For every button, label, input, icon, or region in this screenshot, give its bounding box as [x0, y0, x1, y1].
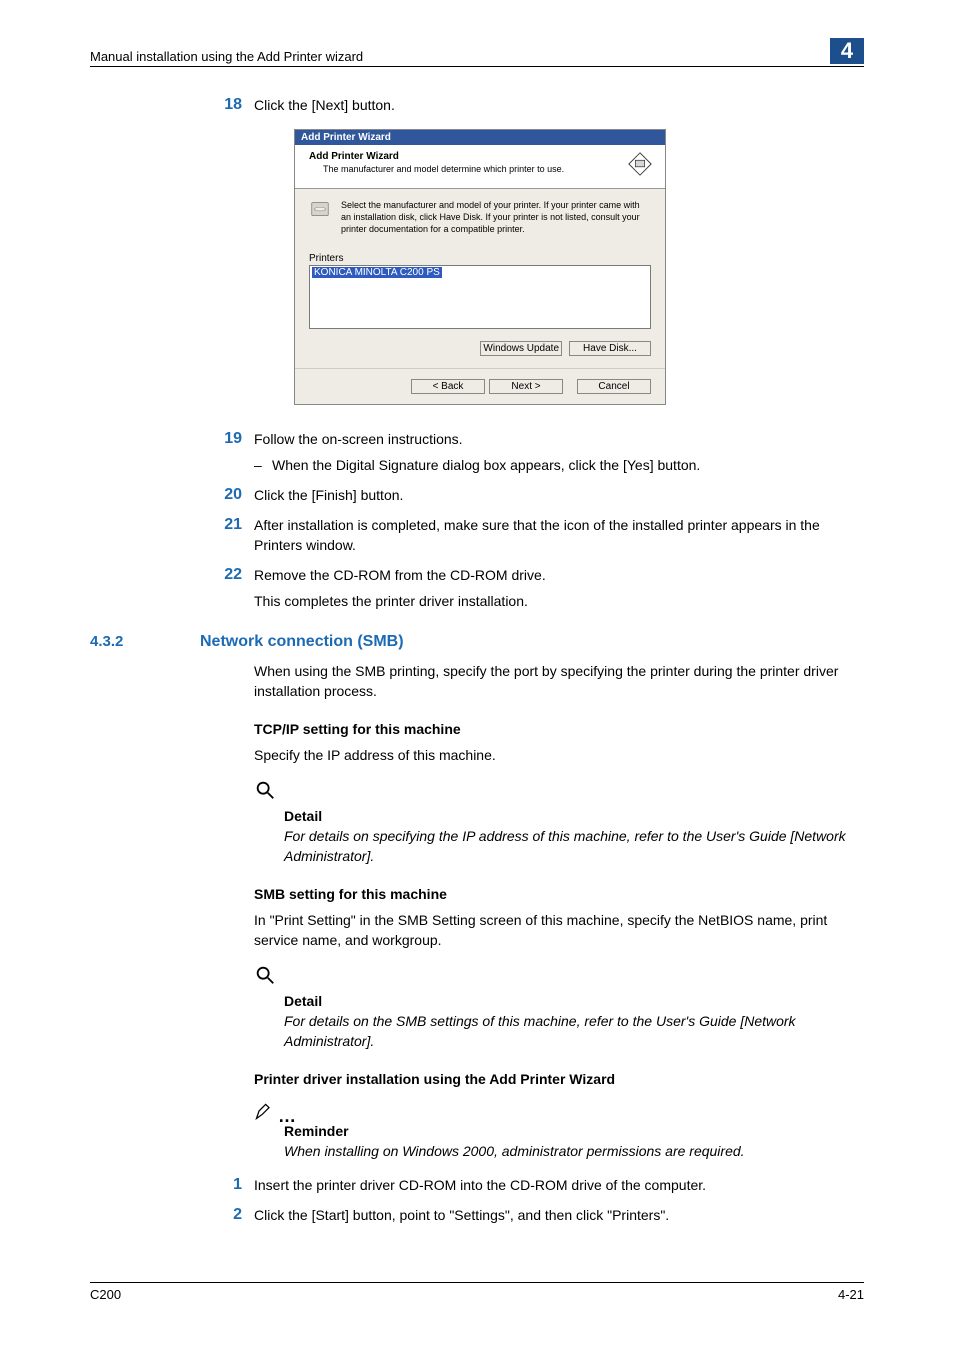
disk-icon	[309, 199, 333, 235]
printers-listbox[interactable]: KONICA MINOLTA C200 PS	[309, 265, 651, 329]
pencil-icon: …	[254, 1101, 864, 1121]
ellipsis-icon: …	[278, 1111, 296, 1121]
step-number: 19	[200, 429, 254, 475]
step-text: Remove the CD-ROM from the CD-ROM drive.	[254, 565, 864, 585]
reminder-label: Reminder	[284, 1121, 864, 1141]
page-header: Manual installation using the Add Printe…	[90, 38, 864, 67]
page-footer: C200 4-21	[90, 1282, 864, 1302]
tcpip-body: Specify the IP address of this machine.	[254, 745, 864, 765]
add-printer-wizard-dialog: Add Printer Wizard Add Printer Wizard Th…	[294, 129, 666, 405]
printer-selected-item[interactable]: KONICA MINOLTA C200 PS	[312, 267, 442, 278]
step-number: 2	[200, 1205, 254, 1225]
completion-text: This completes the printer driver instal…	[254, 591, 864, 611]
wizard-footer: < Back Next > Cancel	[295, 368, 665, 404]
step-text: Follow the on-screen instructions.	[254, 431, 463, 447]
step-18: 18 Click the [Next] button.	[200, 95, 864, 115]
subheading-install: Printer driver installation using the Ad…	[254, 1069, 864, 1089]
step-number: 22	[200, 565, 254, 585]
step-1: 1 Insert the printer driver CD-ROM into …	[200, 1175, 864, 1195]
step-number: 1	[200, 1175, 254, 1195]
step-number: 20	[200, 485, 254, 505]
section-number: 4.3.2	[90, 633, 200, 651]
wizard-titlebar: Add Printer Wizard	[295, 130, 665, 145]
wizard-header-title: Add Printer Wizard	[309, 151, 564, 162]
step-text: Click the [Next] button.	[254, 95, 864, 115]
reminder-body: When installing on Windows 2000, adminis…	[284, 1141, 864, 1161]
step-sub-bullet: – When the Digital Signature dialog box …	[254, 455, 864, 475]
back-button[interactable]: < Back	[411, 379, 485, 394]
wizard-header-sub: The manufacturer and model determine whi…	[323, 164, 564, 174]
footer-right: 4-21	[838, 1287, 864, 1302]
dash-bullet: –	[254, 455, 272, 475]
step-text: After installation is completed, make su…	[254, 515, 864, 555]
detail-label: Detail	[284, 991, 864, 1011]
magnifier-icon	[254, 779, 864, 806]
subheading-smb: SMB setting for this machine	[254, 884, 864, 904]
cancel-button[interactable]: Cancel	[577, 379, 651, 394]
footer-left: C200	[90, 1287, 121, 1302]
smb-body: In "Print Setting" in the SMB Setting sc…	[254, 910, 864, 950]
section-title: Network connection (SMB)	[200, 633, 404, 651]
running-head: Manual installation using the Add Printe…	[90, 49, 363, 64]
section-intro: When using the SMB printing, specify the…	[254, 661, 864, 701]
sub-bullet-text: When the Digital Signature dialog box ap…	[272, 455, 700, 475]
detail-body: For details on the SMB settings of this …	[284, 1011, 864, 1051]
have-disk-button[interactable]: Have Disk...	[569, 341, 651, 356]
next-button[interactable]: Next >	[489, 379, 563, 394]
detail-body: For details on specifying the IP address…	[284, 826, 864, 866]
detail-label: Detail	[284, 806, 864, 826]
printers-label: Printers	[309, 253, 651, 264]
step-number: 21	[200, 515, 254, 555]
step-20: 20 Click the [Finish] button.	[200, 485, 864, 505]
step-22: 22 Remove the CD-ROM from the CD-ROM dri…	[200, 565, 864, 585]
step-2: 2 Click the [Start] button, point to "Se…	[200, 1205, 864, 1225]
wizard-instruction: Select the manufacturer and model of you…	[341, 199, 651, 235]
step-number: 18	[200, 95, 254, 115]
step-text: Insert the printer driver CD-ROM into th…	[254, 1175, 864, 1195]
step-text: Click the [Start] button, point to "Sett…	[254, 1205, 864, 1225]
step-21: 21 After installation is completed, make…	[200, 515, 864, 555]
wizard-body: Select the manufacturer and model of you…	[295, 189, 665, 368]
windows-update-button[interactable]: Windows Update	[480, 341, 562, 356]
step-19: 19 Follow the on-screen instructions. – …	[200, 429, 864, 475]
magnifier-icon	[254, 964, 864, 991]
chapter-badge: 4	[830, 38, 864, 64]
subheading-tcpip: TCP/IP setting for this machine	[254, 719, 864, 739]
section-heading: 4.3.2 Network connection (SMB)	[90, 633, 864, 651]
printer-icon	[627, 151, 655, 180]
wizard-header: Add Printer Wizard The manufacturer and …	[295, 145, 665, 189]
step-text: Click the [Finish] button.	[254, 485, 864, 505]
